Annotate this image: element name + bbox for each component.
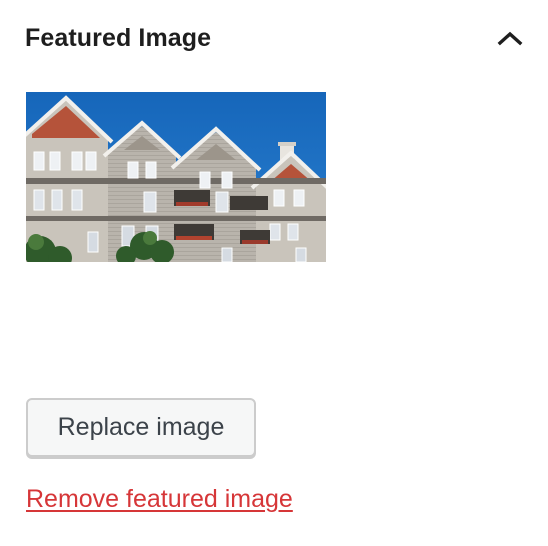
building-image [26,92,326,262]
panel-header-toggle[interactable]: Featured Image [0,0,548,76]
chevron-up-icon[interactable] [496,24,524,52]
featured-image-thumbnail[interactable] [26,92,326,262]
replace-image-button[interactable]: Replace image [26,398,256,457]
remove-featured-image-link[interactable]: Remove featured image [26,485,293,514]
featured-image-panel: Featured Image Replace image Remove feat… [0,0,548,546]
panel-title: Featured Image [25,23,212,52]
